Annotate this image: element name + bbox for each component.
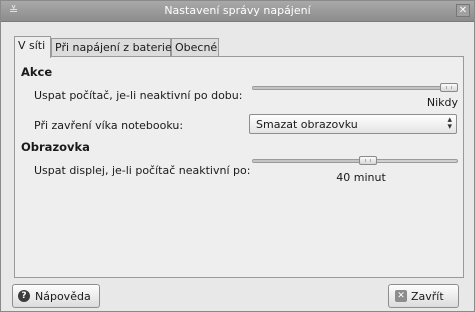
section-obrazovka-title: Obrazovka [21,140,90,154]
sleep-computer-value: Nikdy [426,96,458,109]
sleep-computer-slider[interactable] [252,86,458,90]
close-button[interactable]: ✕ Zavřít [388,284,459,308]
display-sleep-value: 40 minut [336,171,386,184]
combo-arrows-icon: ▴ ▾ [447,115,452,132]
sleep-computer-label: Uspat počítač, je-li neaktivní po dobu: [34,89,243,102]
display-sleep-label: Uspat displej, je-li počítač neaktivní p… [34,164,251,177]
tab-v-siti-label: V síti [18,39,46,52]
display-sleep-slider[interactable] [252,159,458,163]
window-close-icon[interactable]: ✕ [456,4,470,17]
lid-close-action-select[interactable]: Smazat obrazovku ▴ ▾ [249,114,457,134]
display-sleep-slider-handle[interactable] [359,156,378,165]
lid-close-selected-value: Smazat obrazovku [256,118,358,131]
tab-v-siti[interactable]: V síti [14,36,51,58]
help-icon: ? [18,290,30,302]
tab-obecne-label: Obecné [175,41,218,54]
close-button-label: Zavřít [411,290,444,303]
help-button[interactable]: ? Nápověda [12,284,100,308]
close-icon: ✕ [395,290,407,302]
window-title: Nastavení správy napájení [164,4,311,17]
tab-baterie-label: Při napájení z baterie [55,41,172,54]
help-button-label: Nápověda [35,290,91,303]
power-settings-window: ≚ Nastavení správy napájení ✕ V síti Při… [0,0,475,312]
section-akce-title: Akce [21,65,53,79]
display-sleep-slider-fill [253,160,370,162]
title-bar[interactable]: ≚ Nastavení správy napájení ✕ [1,1,474,22]
tab-pri-napajeni-z-baterie[interactable]: Při napájení z baterie [51,38,172,57]
tab-obecne[interactable]: Obecné [171,38,219,57]
lid-close-label: Při zavření víka notebooku: [34,119,184,132]
sleep-computer-slider-handle[interactable] [440,83,458,92]
sleep-computer-slider-fill [253,87,450,89]
